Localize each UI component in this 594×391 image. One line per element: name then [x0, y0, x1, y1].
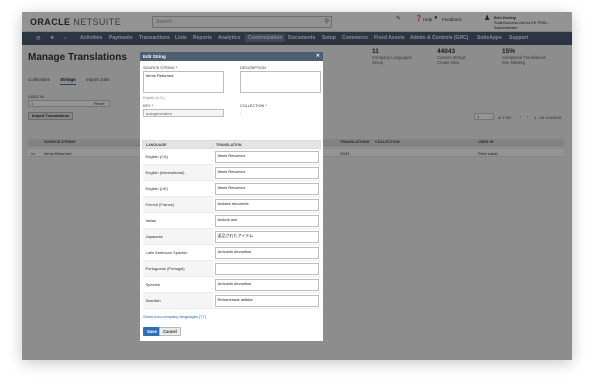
language-name: Spanish	[142, 276, 213, 293]
translation-input[interactable]: Items Returned	[214, 150, 319, 163]
translation-input[interactable]: Items Returned	[214, 182, 319, 195]
translation-row-es: Spanish Artículos devueltos	[142, 276, 321, 293]
translation-input[interactable]: Articles retournés	[214, 198, 319, 211]
translation-row-en-ca: English (CA) Items Returned	[142, 148, 321, 165]
translation-input[interactable]: Artículos devueltos	[214, 278, 319, 291]
description-textarea[interactable]	[240, 71, 321, 93]
col-translation: TRANSLATION	[212, 140, 321, 149]
language-name: Japanese	[142, 228, 213, 245]
language-name: English (International)	[142, 164, 213, 181]
translation-row-en-uk: English (UK) Items Returned	[142, 180, 321, 197]
source-string-textarea[interactable]: Items Returned	[143, 71, 224, 93]
translation-row-es-la: Latin American Spanish Artículos devuelt…	[142, 244, 321, 261]
language-name: Portuguese (Portugal)	[142, 260, 213, 277]
translation-input[interactable]	[214, 262, 319, 275]
translation-input[interactable]: 返品されたアイテム	[214, 230, 319, 243]
show-non-company-languages-link[interactable]: Show non-company languages (77)	[143, 314, 206, 319]
dialog-title: Edit String	[143, 54, 166, 59]
language-name: Latin American Spanish	[142, 244, 213, 261]
translation-row-pt: Portuguese (Portugal)	[142, 260, 321, 277]
col-language: LANGUAGE	[142, 140, 213, 149]
cancel-button[interactable]: Cancel	[159, 327, 181, 336]
key-input[interactable]: autogenerated	[143, 109, 224, 117]
source-language: English (U.S.)	[143, 96, 165, 100]
translation-row-sv: Swedish Returnerade artiklar	[142, 292, 321, 309]
language-name: French (France)	[142, 196, 213, 213]
netsuite-window: ORACLE NETSUITE Search ⚲ ✎ ❓ Help ● Feed…	[22, 12, 572, 360]
source-string-label: SOURCE STRING *	[143, 66, 178, 70]
close-icon[interactable]: ✕	[316, 53, 320, 59]
translation-row-fr: French (France) Articles retournés	[142, 196, 321, 213]
translation-input[interactable]: Articoli resi	[214, 214, 319, 227]
translations-table: LANGUAGE TRANSLATION English (CA) Items …	[142, 140, 321, 309]
collection-value[interactable]: -	[240, 111, 241, 115]
translation-row-en-intl: English (International) Items Returned	[142, 164, 321, 181]
translation-input[interactable]: Artículos devueltos	[214, 246, 319, 259]
edit-string-dialog: Edit String ✕ SOURCE STRING * Items Retu…	[140, 52, 323, 341]
translation-input[interactable]: Items Returned	[214, 166, 319, 179]
language-name: Swedish	[142, 292, 213, 309]
translation-row-it: Italian Articoli resi	[142, 212, 321, 229]
dialog-header: Edit String ✕	[140, 52, 323, 61]
translation-input[interactable]: Returnerade artiklar	[214, 294, 319, 307]
language-name: English (UK)	[142, 180, 213, 197]
language-name: English (CA)	[142, 148, 213, 165]
collection-label: COLLECTION *	[240, 104, 267, 108]
key-label: KEY *	[143, 104, 154, 108]
description-label: DESCRIPTION	[240, 66, 266, 70]
translation-row-ja: Japanese 返品されたアイテム	[142, 228, 321, 245]
language-name: Italian	[142, 212, 213, 229]
